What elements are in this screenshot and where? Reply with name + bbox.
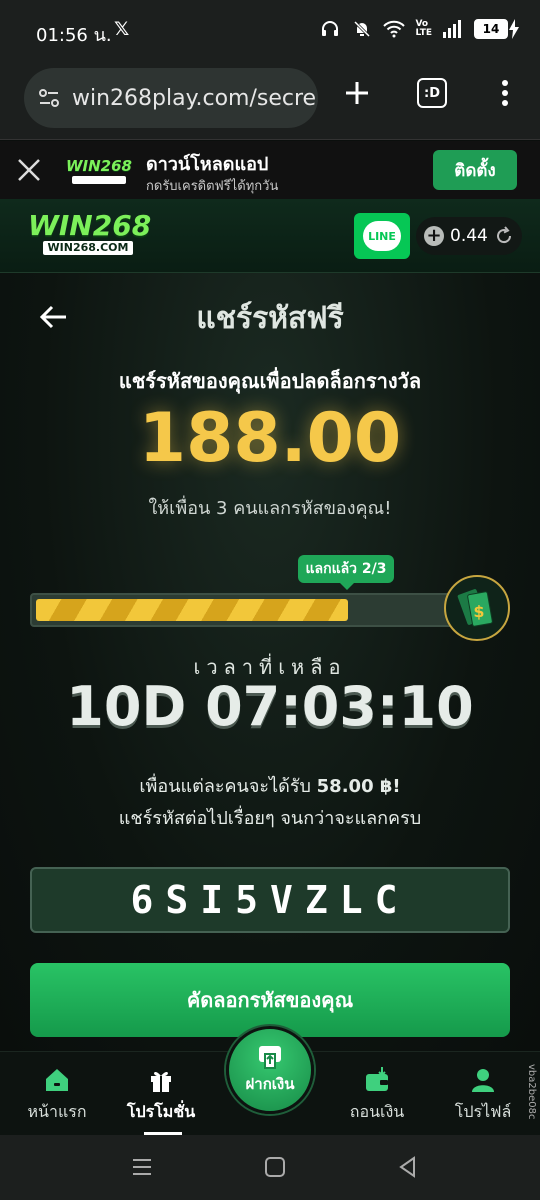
headphones-icon <box>319 18 341 40</box>
tab-switcher-button[interactable]: :D <box>417 78 447 108</box>
nav-home-label: หน้าแรก <box>27 1102 87 1121</box>
url-bar[interactable]: win268play.com/secre <box>24 68 318 128</box>
page-subtitle: แชร์รหัสของคุณเพื่อปลดล็อกรางวัล <box>118 369 422 393</box>
line-button[interactable]: LINE <box>354 213 410 259</box>
app-logo: WIN268 <box>66 157 132 187</box>
reward-ticket-icon: $ <box>444 575 510 641</box>
browser-toolbar: win268play.com/secre :D <box>0 62 540 140</box>
nav-withdraw[interactable]: ถอนเงิน <box>332 1066 422 1125</box>
status-bar: 01:56 น. 𝕏 Vo LTE 14 <box>0 0 540 62</box>
nav-promotions[interactable]: โปรโมชั่น <box>116 1066 206 1125</box>
site-logo-domain: WIN268.COM <box>43 241 133 255</box>
site-logo[interactable]: WIN268 WIN268.COM <box>28 209 152 261</box>
site-settings-icon[interactable] <box>36 85 62 111</box>
profile-icon <box>472 1069 494 1092</box>
home-button-icon[interactable] <box>263 1155 287 1179</box>
banner-title: ดาวน์โหลดแอป <box>146 154 269 175</box>
nav-profile[interactable]: โปรไฟล์ <box>438 1066 528 1125</box>
refresh-icon[interactable] <box>494 226 514 246</box>
share-note: แชร์รหัสต่อไปเรื่อยๆ จนกว่าจะแลกครบ <box>118 808 422 829</box>
app-logo-text: WIN268 <box>66 157 132 175</box>
new-tab-icon[interactable] <box>342 78 372 108</box>
nav-home[interactable]: หน้าแรก <box>12 1066 102 1125</box>
per-friend-prefix: เพื่อนแต่ละคนจะได้รับ <box>139 776 311 797</box>
close-icon[interactable] <box>16 157 42 183</box>
countdown-timer: 10D 07:03:10 <box>66 675 474 738</box>
build-id: vba2be08c <box>526 1064 537 1120</box>
line-icon: LINE <box>363 221 401 251</box>
x-app-icon: 𝕏 <box>114 18 130 40</box>
signal-icon <box>442 18 464 40</box>
app-logo-strip <box>72 176 126 184</box>
status-time: 01:56 น. <box>36 25 112 46</box>
home-icon <box>46 1069 68 1091</box>
install-button[interactable]: ติดตั้ง <box>433 150 517 190</box>
per-friend-amount: 58.00 ฿! <box>316 776 401 797</box>
page-title: แชร์รหัสฟรี <box>196 301 344 336</box>
app-install-banner: WIN268 ดาวน์โหลดแอป กดรับเครดิตฟรีได้ทุก… <box>0 141 540 199</box>
nav-promotions-label: โปรโมชั่น <box>126 1102 196 1121</box>
deposit-label: ฝากเงิน <box>245 1075 295 1093</box>
site-logo-text: WIN268 <box>28 209 152 242</box>
battery-icon: 14 <box>474 19 520 39</box>
back-button-icon[interactable] <box>396 1155 420 1179</box>
balance-value: 0.44 <box>450 226 488 246</box>
wifi-icon <box>383 18 406 40</box>
add-funds-icon[interactable]: + <box>424 226 444 246</box>
referral-code[interactable]: 6SI5VZLC <box>30 867 510 933</box>
progress-bar <box>30 593 480 627</box>
balance-pill[interactable]: + 0.44 <box>416 217 522 255</box>
nav-withdraw-label: ถอนเงิน <box>349 1102 405 1121</box>
more-menu-icon[interactable] <box>490 78 520 108</box>
share-code-page: แชร์รหัสฟรี แชร์รหัสของคุณเพื่อปลดล็อกรา… <box>0 273 540 1051</box>
per-friend-info: เพื่อนแต่ละคนจะได้รับ 58.00 ฿! <box>0 771 540 800</box>
charging-icon <box>509 19 519 39</box>
battery-level: 14 <box>474 19 508 39</box>
progress-fill <box>36 599 348 621</box>
nav-profile-label: โปรไฟล์ <box>454 1102 512 1121</box>
svg-text:$: $ <box>473 602 484 621</box>
banner-subtitle: กดรับเครดิตฟรีได้ทุกวัน <box>146 179 279 194</box>
site-header: WIN268 WIN268.COM LINE + 0.44 <box>0 199 540 273</box>
system-nav-bar <box>0 1135 540 1200</box>
progress-badge: แลกแล้ว 2/3 <box>298 555 394 590</box>
reward-amount: 188.00 <box>138 399 402 478</box>
deposit-icon <box>259 1046 281 1069</box>
wallet-withdraw-icon <box>366 1067 388 1091</box>
invite-text: ให้เพื่อน 3 คนแลกรหัสของคุณ! <box>148 498 392 519</box>
volte-label: Vo LTE <box>415 19 432 38</box>
status-icons: Vo LTE 14 <box>319 18 520 40</box>
mute-bell-icon <box>351 18 373 40</box>
recents-icon[interactable] <box>130 1155 154 1179</box>
url-text[interactable]: win268play.com/secre <box>72 86 316 111</box>
gift-icon <box>151 1071 171 1092</box>
deposit-button[interactable]: ฝากเงิน <box>226 1026 314 1114</box>
